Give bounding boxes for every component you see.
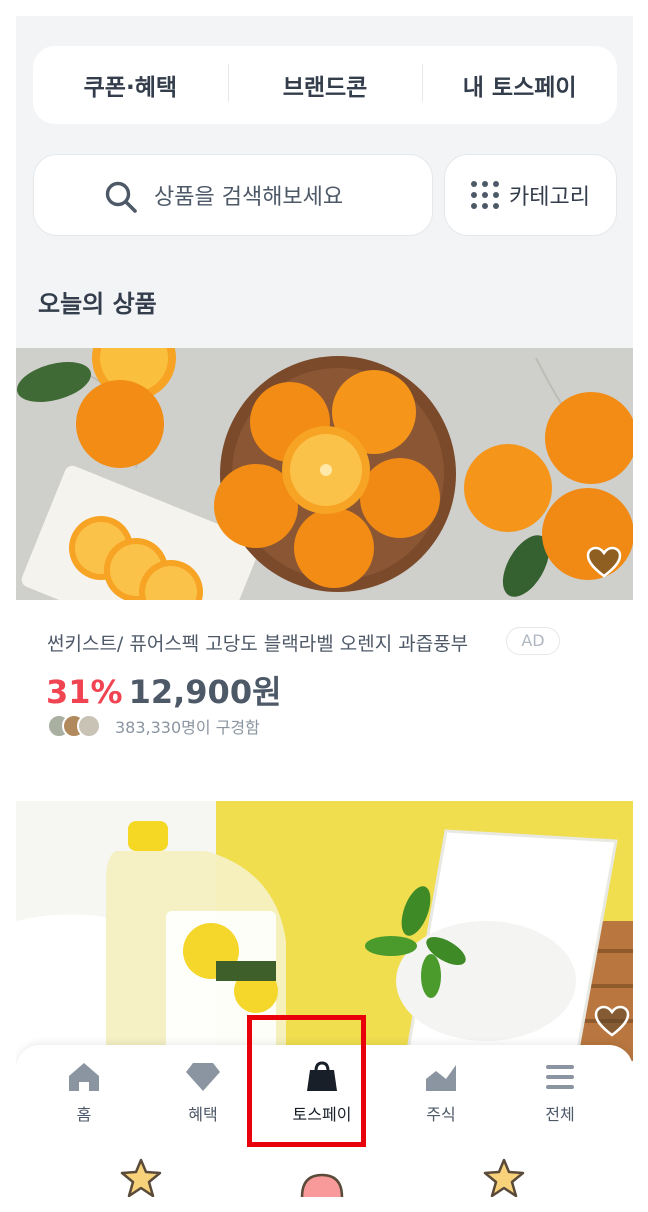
ad-badge: AD [506, 627, 560, 655]
nav-all-label: 전체 [545, 1105, 575, 1124]
avatar [77, 714, 101, 738]
menu-icon [546, 1065, 574, 1089]
section-title: 오늘의 상품 [38, 290, 157, 318]
search-input[interactable]: 상품을 검색해보세요 [33, 154, 433, 236]
home-icon [69, 1063, 99, 1091]
viewer-avatars [47, 714, 103, 738]
search-placeholder: 상품을 검색해보세요 [154, 185, 344, 210]
search-icon [105, 181, 137, 213]
grid-dots-icon [471, 181, 500, 209]
discount-rate: 31% [46, 673, 123, 711]
price-row: 31% 12,900원 [46, 667, 282, 713]
nav-stocks-label: 주식 [426, 1105, 456, 1124]
product-price: 12,900원 [128, 673, 282, 711]
heart-icon[interactable] [594, 1005, 630, 1037]
peach-sticker-icon [300, 1173, 344, 1197]
stock-chart-icon [426, 1065, 456, 1091]
nav-benefits-label: 혜택 [188, 1105, 218, 1124]
tab-my-tosspay[interactable]: 내 토스페이 [422, 64, 617, 102]
nav-home[interactable]: 홈 [34, 1061, 134, 1125]
star-sticker-icon [120, 1158, 162, 1197]
star-sticker-icon [483, 1158, 525, 1197]
tab-brandcon[interactable]: 브랜드콘 [227, 64, 423, 102]
top-tab-bar: 쿠폰·혜택 브랜드콘 내 토스페이 [33, 46, 617, 124]
category-button[interactable]: 카테고리 [444, 154, 617, 236]
nav-home-label: 홈 [76, 1105, 92, 1124]
highlight-box [247, 1015, 366, 1147]
diamond-icon [186, 1063, 220, 1091]
category-label: 카테고리 [509, 185, 590, 210]
viewer-count: 383,330명이 구경함 [47, 714, 260, 738]
product-name[interactable]: 썬키스트/ 퓨어스펙 고당도 블랙라벨 오렌지 과즙풍부 [47, 629, 468, 656]
nav-benefits[interactable]: 혜택 [153, 1061, 253, 1125]
nav-all[interactable]: 전체 [510, 1061, 610, 1125]
product-image-oranges[interactable] [16, 348, 633, 600]
tab-coupon-benefits[interactable]: 쿠폰·혜택 [33, 68, 228, 102]
viewer-count-text: 383,330명이 구경함 [115, 718, 260, 737]
heart-icon[interactable] [586, 546, 622, 578]
nav-stocks[interactable]: 주식 [391, 1061, 491, 1125]
